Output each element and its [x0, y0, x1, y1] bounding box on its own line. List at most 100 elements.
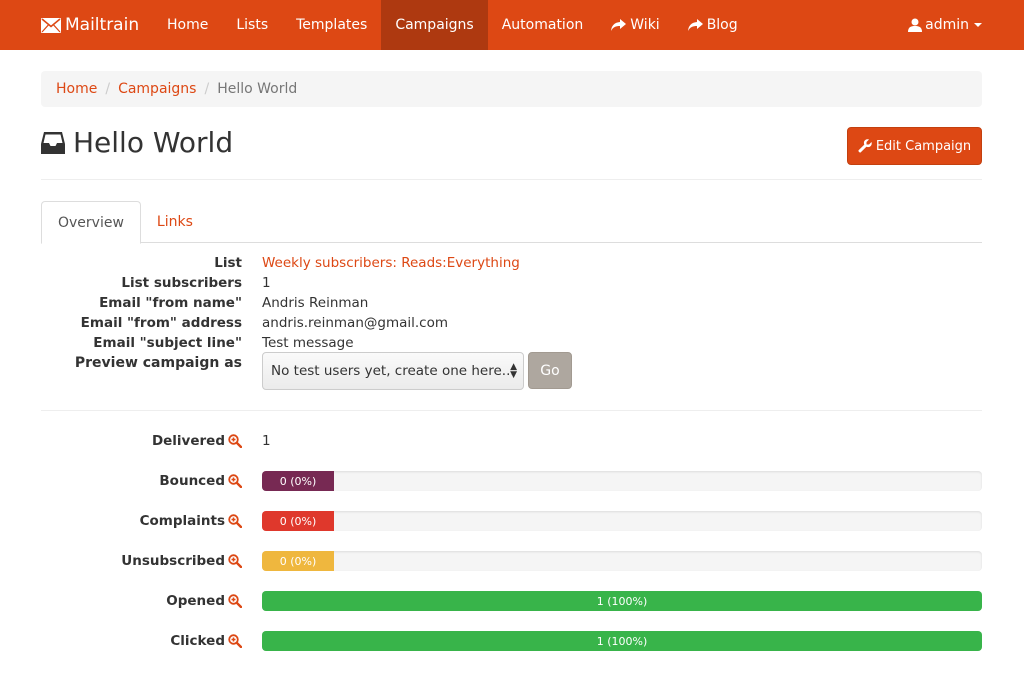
progress-fill: 0 (0%): [262, 511, 334, 531]
stat-row-delivered: Delivered 1: [41, 431, 982, 451]
tab-bar: Overview Links: [41, 201, 982, 244]
detail-value: Test message: [262, 335, 354, 351]
nav-item-label: Automation: [501, 17, 584, 33]
detail-value: andris.reinman@gmail.com: [262, 315, 448, 331]
nav-item-label: Wiki: [630, 17, 660, 33]
stat-label-text: Clicked: [170, 633, 225, 649]
breadcrumb-campaigns[interactable]: Campaigns: [118, 81, 196, 97]
progress-bar: 0 (0%): [262, 551, 982, 571]
stat-label-text: Unsubscribed: [121, 553, 225, 569]
delivered-value: 1: [262, 433, 271, 449]
zoom-in-icon[interactable]: [228, 514, 242, 528]
stat-label-text: Delivered: [151, 433, 225, 449]
detail-row-subscribers: List subscribers 1: [41, 273, 982, 293]
nav-item-label: Lists: [236, 17, 269, 33]
zoom-in-icon[interactable]: [228, 474, 242, 488]
progress-bar: 1 (100%): [262, 631, 982, 651]
detail-row-from-address: Email "from" address andris.reinman@gmai…: [41, 313, 982, 333]
tab-links[interactable]: Links: [141, 201, 209, 243]
stat-label-text: Complaints: [139, 513, 225, 529]
stat-row-opened: Opened 1 (100%): [41, 591, 982, 611]
stat-label-text: Opened: [166, 593, 225, 609]
tab-overview[interactable]: Overview: [41, 201, 141, 244]
nav-item-label: Campaigns: [395, 17, 474, 33]
page-title-text: Hello World: [73, 126, 234, 159]
page-title: Hello World: [41, 126, 233, 159]
detail-value: 1: [262, 275, 271, 291]
breadcrumb-home[interactable]: Home: [56, 81, 97, 97]
select-arrows-icon: ▲ ▼: [510, 362, 517, 380]
nav-item-label: Home: [167, 17, 209, 33]
edit-campaign-button[interactable]: Edit Campaign: [847, 127, 982, 165]
nav-item-label: Blog: [706, 17, 738, 33]
detail-label: List: [214, 255, 242, 271]
progress-bar: 0 (0%): [262, 471, 982, 491]
detail-label: Preview campaign as: [74, 355, 242, 371]
inbox-icon: [41, 131, 65, 154]
wrench-icon: [858, 139, 872, 153]
caret-down-icon: [974, 23, 982, 27]
nav-items: Home Lists Templates Campaigns Automatio…: [153, 0, 752, 50]
breadcrumb-separator: /: [105, 81, 111, 97]
detail-label: Email "from name": [99, 295, 242, 311]
detail-label: Email "from" address: [80, 315, 242, 331]
user-name: admin: [925, 17, 969, 33]
stat-row-complaints: Complaints 0 (0%): [41, 511, 982, 531]
nav-item-wiki[interactable]: Wiki: [597, 0, 673, 50]
detail-value: Andris Reinman: [262, 295, 369, 311]
nav-item-campaigns[interactable]: Campaigns: [381, 0, 488, 50]
preview-select-value: No test users yet, create one here...: [271, 363, 515, 379]
divider: [41, 410, 982, 411]
user-menu[interactable]: admin: [908, 0, 982, 50]
page-header: Hello World Edit Campaign: [41, 120, 982, 180]
tab-label: Overview: [58, 214, 124, 231]
detail-label: Email "subject line": [93, 335, 242, 351]
detail-row-list: List Weekly subscribers: Reads:Everythin…: [41, 253, 982, 273]
user-icon: [908, 18, 923, 32]
breadcrumb-separator: /: [204, 81, 210, 97]
nav-item-blog[interactable]: Blog: [674, 0, 752, 50]
stat-label: Opened: [41, 593, 242, 609]
list-link[interactable]: Weekly subscribers: Reads:Everything: [262, 255, 520, 271]
preview-user-select[interactable]: No test users yet, create one here... ▲ ▼: [262, 352, 524, 390]
stat-row-unsubscribed: Unsubscribed 0 (0%): [41, 551, 982, 571]
detail-label: List subscribers: [121, 275, 242, 291]
share-arrow-icon: [687, 19, 703, 31]
stat-row-clicked: Clicked 1 (100%): [41, 631, 982, 651]
share-arrow-icon: [611, 19, 627, 31]
nav-item-label: Templates: [296, 17, 368, 33]
stat-label-text: Bounced: [159, 473, 225, 489]
progress-fill: 0 (0%): [262, 471, 334, 491]
stat-label: Bounced: [41, 473, 242, 489]
stat-label: Unsubscribed: [41, 553, 242, 569]
nav-item-home[interactable]: Home: [153, 0, 222, 50]
progress-fill: 0 (0%): [262, 551, 334, 571]
zoom-in-icon[interactable]: [228, 634, 242, 648]
tab-label: Links: [156, 214, 193, 230]
campaign-details: List Weekly subscribers: Reads:Everythin…: [41, 253, 982, 390]
nav-item-templates[interactable]: Templates: [282, 0, 381, 50]
go-button[interactable]: Go: [528, 352, 572, 389]
progress-bar: 1 (100%): [262, 591, 982, 611]
progress-fill: 1 (100%): [262, 631, 982, 651]
edit-campaign-label: Edit Campaign: [875, 138, 972, 154]
stat-label: Clicked: [41, 633, 242, 649]
brand-link[interactable]: Mailtrain: [0, 0, 153, 50]
stat-row-bounced: Bounced 0 (0%): [41, 471, 982, 491]
zoom-in-icon[interactable]: [228, 554, 242, 568]
progress-fill: 1 (100%): [262, 591, 982, 611]
breadcrumb-current: Hello World: [217, 81, 298, 97]
navbar: Mailtrain Home Lists Templates Campaigns…: [0, 0, 1024, 50]
zoom-in-icon[interactable]: [228, 594, 242, 608]
zoom-in-icon[interactable]: [228, 434, 242, 448]
nav-item-lists[interactable]: Lists: [222, 0, 282, 50]
detail-row-from-name: Email "from name" Andris Reinman: [41, 293, 982, 313]
nav-item-automation[interactable]: Automation: [488, 0, 598, 50]
campaign-stats: Delivered 1 Bounced 0 (0%) Complaints 0 …: [41, 431, 982, 671]
breadcrumb: Home / Campaigns / Hello World: [41, 71, 982, 107]
stat-label: Complaints: [41, 513, 242, 529]
detail-row-preview: Preview campaign as No test users yet, c…: [41, 352, 982, 390]
progress-bar: 0 (0%): [262, 511, 982, 531]
stat-label: Delivered: [41, 433, 242, 449]
envelope-icon: [41, 17, 61, 33]
